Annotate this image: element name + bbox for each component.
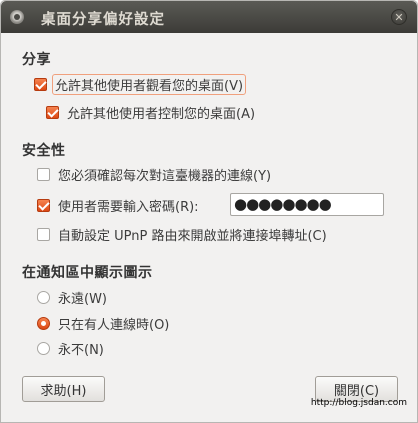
radio-never-row[interactable]: 永不(N) bbox=[37, 337, 104, 359]
allow-view-label: 允許其他使用者觀看您的桌面(V) bbox=[52, 73, 247, 95]
radio-never[interactable] bbox=[37, 341, 50, 355]
allow-control-checkbox[interactable] bbox=[46, 105, 59, 119]
password-input[interactable]: ●●●●●●●● bbox=[230, 193, 384, 216]
close-window-icon[interactable]: ✕ bbox=[391, 9, 407, 25]
confirm-each-checkbox-row[interactable]: 您必須確認每次對這臺機器的連線(Y) bbox=[37, 163, 271, 185]
radio-always-row[interactable]: 永遠(W) bbox=[37, 286, 107, 308]
require-password-checkbox-row[interactable]: 使用者需要輸入密碼(R): bbox=[37, 194, 199, 216]
radio-always[interactable] bbox=[37, 290, 50, 304]
confirm-each-checkbox[interactable] bbox=[37, 167, 50, 181]
radio-when-connected-label: 只在有人連線時(O) bbox=[58, 317, 170, 333]
upnp-checkbox-row[interactable]: 自動設定 UPnP 路由來開啟並將連接埠轉址(C) bbox=[37, 223, 327, 245]
require-password-label: 使用者需要輸入密碼(R): bbox=[58, 199, 199, 215]
radio-when-connected[interactable] bbox=[37, 316, 50, 330]
radio-never-label: 永不(N) bbox=[58, 342, 104, 358]
window-title: 桌面分享偏好設定 bbox=[41, 12, 165, 28]
window-menu-icon[interactable] bbox=[10, 10, 24, 24]
security-heading: 安全性 bbox=[22, 143, 66, 159]
sharing-heading: 分享 bbox=[22, 52, 51, 68]
require-password-checkbox[interactable] bbox=[37, 198, 50, 212]
upnp-label: 自動設定 UPnP 路由來開啟並將連接埠轉址(C) bbox=[58, 228, 327, 244]
title-bar: 桌面分享偏好設定 ✕ bbox=[1, 1, 417, 33]
notify-heading: 在通知區中顯示圖示 bbox=[22, 265, 153, 281]
allow-control-label: 允許其他使用者控制您的桌面(A) bbox=[67, 106, 256, 122]
allow-view-checkbox-row[interactable]: 允許其他使用者觀看您的桌面(V) bbox=[34, 73, 247, 95]
help-button[interactable]: 求助(H) bbox=[22, 376, 105, 402]
radio-when-connected-row[interactable]: 只在有人連線時(O) bbox=[37, 312, 169, 334]
allow-control-checkbox-row[interactable]: 允許其他使用者控制您的桌面(A) bbox=[46, 101, 255, 123]
watermark-text: http://blog.jsdan.com bbox=[310, 398, 407, 408]
preferences-dialog: 桌面分享偏好設定 ✕ 分享 允許其他使用者觀看您的桌面(V) 允許其他使用者控制… bbox=[0, 0, 418, 423]
confirm-each-label: 您必須確認每次對這臺機器的連線(Y) bbox=[58, 168, 272, 184]
radio-always-label: 永遠(W) bbox=[58, 291, 107, 307]
upnp-checkbox[interactable] bbox=[37, 227, 50, 241]
allow-view-checkbox[interactable] bbox=[34, 77, 47, 91]
